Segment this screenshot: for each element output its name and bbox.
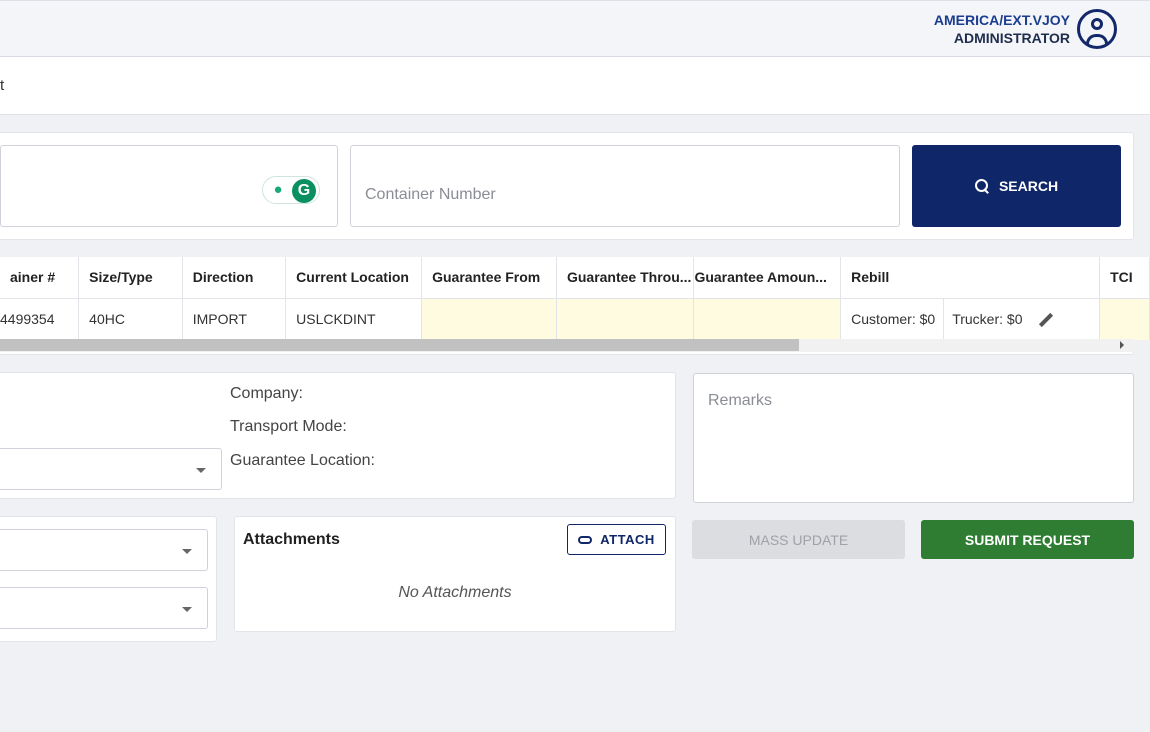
col-current-location[interactable]: Current Location [285, 257, 423, 299]
user-name: AMERICA/EXT.VJOY [933, 12, 1070, 28]
col-guarantee-through[interactable]: Guarantee Throu... [556, 257, 695, 299]
remarks-input[interactable] [693, 373, 1134, 503]
cell-current-location: USLCKDINT [285, 298, 423, 340]
page-title: t [0, 77, 5, 94]
col-size-type-label: Size/Type [89, 269, 153, 286]
col-direction[interactable]: Direction [182, 257, 287, 299]
col-tci-label: TCI [1110, 269, 1133, 286]
col-rebill[interactable]: Rebill [840, 257, 1101, 299]
lightbulb-icon: ● [273, 181, 283, 198]
results-table: ainer # Size/Type Direction Current Loca… [0, 257, 1150, 340]
search-icon [974, 179, 989, 193]
attach-button[interactable]: ATTACH [567, 524, 666, 555]
option-dropdown-2[interactable] [0, 587, 208, 629]
transport-mode-label: Transport Mode: [230, 418, 347, 435]
info-dropdown[interactable] [0, 448, 222, 490]
rebill-trucker: Trucker: $0 [952, 310, 1023, 327]
table-scrollbar-thumb[interactable] [0, 339, 799, 351]
col-guarantee-through-label: Guarantee Throu... [566, 269, 692, 286]
attachments-title: Attachments [243, 531, 340, 548]
no-attachments-text: No Attachments [398, 584, 512, 601]
chevron-down-icon [182, 549, 192, 554]
cell-rebill: Customer: $0 Trucker: $0 [840, 298, 1101, 340]
container-number-input[interactable] [350, 145, 900, 227]
search-button-label: SEARCH [998, 178, 1059, 194]
edit-pencil-icon[interactable] [1036, 310, 1054, 328]
col-direction-label: Direction [192, 269, 254, 286]
col-guarantee-amount[interactable]: Guarantee Amoun... [693, 257, 842, 299]
top-bar: AMERICA/EXT.VJOY ADMINISTRATOR [0, 0, 1150, 57]
table-row[interactable]: 4499354 40HC IMPORT USLCKDINT Customer: … [0, 298, 1150, 340]
option-dropdown-1[interactable] [0, 529, 208, 571]
cell-tci[interactable] [1099, 298, 1150, 340]
search-button[interactable]: SEARCH [912, 145, 1121, 227]
grammarly-icon: G [292, 179, 316, 203]
col-guarantee-from-label: Guarantee From [432, 269, 541, 286]
avatar-head [1091, 18, 1103, 30]
cell-guarantee-from[interactable] [421, 298, 557, 340]
rebill-customer: Customer: $0 [841, 298, 945, 340]
col-container-label: ainer # [10, 269, 56, 286]
col-size-type[interactable]: Size/Type [78, 257, 183, 299]
guarantee-location-label: Guarantee Location: [230, 452, 375, 469]
company-label: Company: [230, 385, 303, 402]
mass-update-button[interactable]: MASS UPDATE [692, 520, 905, 559]
grammarly-widget[interactable]: ● G [262, 176, 320, 204]
scroll-right-arrow-icon[interactable] [1120, 341, 1124, 349]
sub-header: t [0, 57, 1150, 115]
chevron-down-icon [182, 607, 192, 612]
cell-guarantee-through[interactable] [556, 298, 695, 340]
submit-request-button[interactable]: SUBMIT REQUEST [921, 520, 1134, 559]
col-guarantee-amount-label: Guarantee Amoun... [694, 269, 827, 286]
user-info: AMERICA/EXT.VJOY ADMINISTRATOR [934, 11, 1070, 47]
cell-size-type: 40HC [78, 298, 183, 340]
col-current-location-label: Current Location [296, 269, 409, 286]
cell-guarantee-amount[interactable] [693, 298, 842, 340]
avatar-body [1086, 34, 1108, 44]
cell-container: 4499354 [0, 298, 80, 340]
table-header-row: ainer # Size/Type Direction Current Loca… [0, 257, 1150, 299]
attach-button-label: ATTACH [600, 532, 655, 547]
col-tci[interactable]: TCI [1099, 257, 1150, 299]
cell-direction: IMPORT [182, 298, 287, 340]
paperclip-icon [578, 536, 593, 544]
user-role: ADMINISTRATOR [953, 30, 1070, 46]
chevron-down-icon [196, 468, 206, 473]
col-container[interactable]: ainer # [0, 257, 80, 299]
account-circle-icon[interactable] [1077, 9, 1117, 49]
col-rebill-label: Rebill [851, 269, 890, 286]
col-guarantee-from[interactable]: Guarantee From [421, 257, 557, 299]
